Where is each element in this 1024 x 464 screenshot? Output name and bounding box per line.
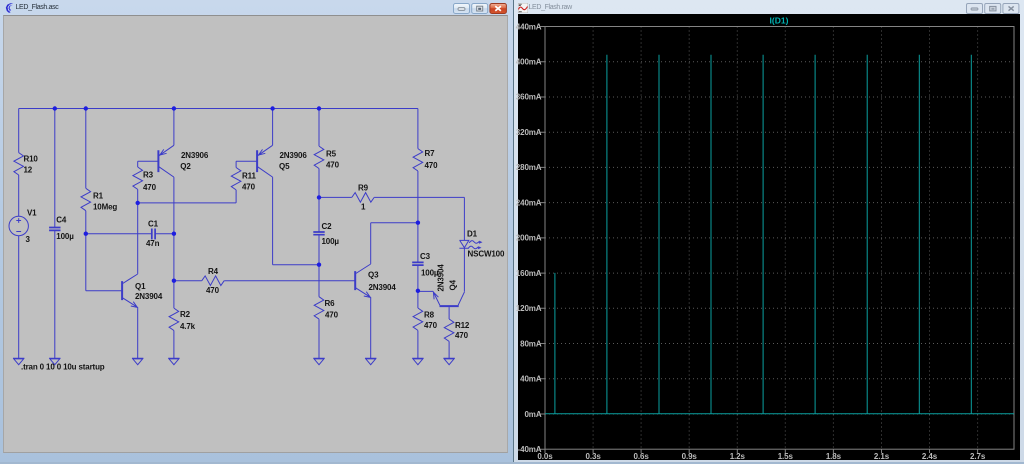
svg-text:160mA: 160mA <box>516 269 542 278</box>
svg-text:40mA: 40mA <box>520 375 542 384</box>
svg-text:320mA: 320mA <box>516 128 542 137</box>
svg-text:0.3s: 0.3s <box>586 452 602 461</box>
svg-text:100µ: 100µ <box>56 232 74 241</box>
svg-text:360mA: 360mA <box>516 93 542 102</box>
svg-text:NSCW100: NSCW100 <box>468 250 505 259</box>
svg-text:Q2: Q2 <box>180 162 191 171</box>
svg-text:2N3904: 2N3904 <box>437 264 446 292</box>
svg-text:.tran 0 10 0 10u startup: .tran 0 10 0 10u startup <box>21 362 105 371</box>
svg-text:440mA: 440mA <box>516 22 542 31</box>
svg-text:470: 470 <box>325 311 339 320</box>
svg-text:0.0s: 0.0s <box>537 452 553 461</box>
svg-text:470: 470 <box>242 183 256 192</box>
svg-text:2.7s: 2.7s <box>970 452 986 461</box>
svg-text:400mA: 400mA <box>516 58 542 67</box>
svg-text:Q5: Q5 <box>279 162 290 171</box>
svg-text:D1: D1 <box>467 230 478 239</box>
svg-text:4.7k: 4.7k <box>180 322 196 331</box>
svg-text:V1: V1 <box>27 209 37 218</box>
svg-text:1: 1 <box>361 203 366 212</box>
svg-text:1.2s: 1.2s <box>730 452 746 461</box>
svg-text:470: 470 <box>424 321 438 330</box>
svg-text:80mA: 80mA <box>520 339 542 348</box>
svg-text:0.9s: 0.9s <box>682 452 698 461</box>
svg-text:R11: R11 <box>242 172 256 181</box>
svg-text:240mA: 240mA <box>516 198 542 207</box>
svg-text:C1: C1 <box>148 220 159 229</box>
svg-text:R10: R10 <box>24 155 39 164</box>
svg-text:R4: R4 <box>208 267 219 276</box>
svg-text:R8: R8 <box>424 311 435 320</box>
svg-text:R5: R5 <box>326 150 337 159</box>
svg-text:1.8s: 1.8s <box>826 452 842 461</box>
svg-text:C3: C3 <box>420 252 431 261</box>
svg-text:R1: R1 <box>93 192 104 201</box>
svg-text:2.4s: 2.4s <box>922 452 938 461</box>
svg-text:470: 470 <box>206 286 220 295</box>
svg-text:470: 470 <box>326 161 340 170</box>
svg-text:200mA: 200mA <box>516 234 542 243</box>
svg-text:I(D1): I(D1) <box>770 16 789 26</box>
svg-text:1.5s: 1.5s <box>778 452 794 461</box>
svg-text:R6: R6 <box>325 299 336 308</box>
svg-text:280mA: 280mA <box>516 163 542 172</box>
svg-text:2N3904: 2N3904 <box>135 292 163 301</box>
svg-text:10Meg: 10Meg <box>93 203 117 212</box>
svg-text:0.6s: 0.6s <box>634 452 650 461</box>
svg-text:12: 12 <box>24 166 33 175</box>
svg-text:R3: R3 <box>143 171 154 180</box>
svg-text:2.1s: 2.1s <box>874 452 890 461</box>
svg-text:2N3904: 2N3904 <box>369 283 397 292</box>
svg-text:Q3: Q3 <box>368 271 379 280</box>
svg-text:R2: R2 <box>180 310 191 319</box>
svg-text:470: 470 <box>425 161 439 170</box>
svg-text:2N3906: 2N3906 <box>181 151 209 160</box>
svg-text:Q1: Q1 <box>135 282 146 291</box>
svg-text:2N3906: 2N3906 <box>280 151 308 160</box>
svg-text:C2: C2 <box>322 222 333 231</box>
svg-text:470: 470 <box>455 331 469 340</box>
svg-text:470: 470 <box>143 183 157 192</box>
svg-text:R7: R7 <box>425 149 436 158</box>
svg-text:47n: 47n <box>146 239 160 248</box>
svg-text:C4: C4 <box>56 216 67 225</box>
svg-text:R12: R12 <box>455 321 470 330</box>
svg-text:100µ: 100µ <box>322 237 340 246</box>
svg-text:3: 3 <box>26 235 31 244</box>
svg-text:Q4: Q4 <box>449 279 458 290</box>
svg-text:R9: R9 <box>358 184 369 193</box>
svg-text:0mA: 0mA <box>524 410 541 419</box>
svg-text:120mA: 120mA <box>516 304 542 313</box>
